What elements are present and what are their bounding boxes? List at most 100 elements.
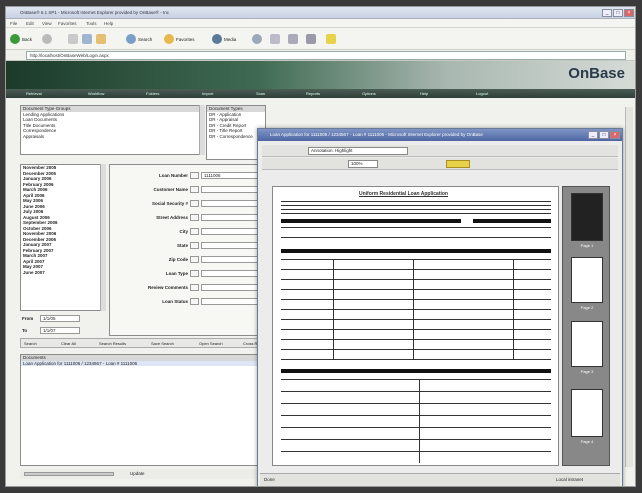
operator-button[interactable] xyxy=(190,256,199,263)
operator-button[interactable] xyxy=(190,242,199,249)
result-item[interactable]: Loan Application for 1111006 / 1234567 -… xyxy=(21,360,259,366)
nav-help[interactable]: Help xyxy=(420,91,428,96)
nav-retrieval[interactable]: Retrieval xyxy=(26,91,42,96)
stop-button[interactable] xyxy=(68,33,78,45)
maximize-button[interactable]: □ xyxy=(613,9,623,17)
operator-button[interactable] xyxy=(190,200,199,207)
loan-type-input[interactable] xyxy=(201,270,261,277)
page-thumbnail[interactable] xyxy=(571,257,603,303)
keyword-label: Loan Status xyxy=(162,299,188,304)
loan-number-input[interactable]: 1111006 xyxy=(201,172,261,179)
minimize-button[interactable]: _ xyxy=(602,9,612,17)
page-scrollbar[interactable] xyxy=(625,107,633,467)
doc-type-group-list[interactable]: Document Type Groups Lending Application… xyxy=(20,105,205,155)
street-address-input[interactable] xyxy=(201,214,261,221)
open-search-button[interactable]: Open Search xyxy=(199,341,223,346)
forward-button[interactable] xyxy=(42,33,52,45)
city-input[interactable] xyxy=(201,228,261,235)
operator-button[interactable] xyxy=(190,270,199,277)
search-button[interactable]: Search xyxy=(126,33,152,45)
forward-arrow-icon xyxy=(42,34,52,44)
operator-button[interactable] xyxy=(190,228,199,235)
operator-button[interactable] xyxy=(190,186,199,193)
viewer-close-button[interactable]: × xyxy=(610,131,620,139)
search-button-bar: Search Clear All Search Results Save Sea… xyxy=(20,338,261,348)
media-icon xyxy=(212,34,222,44)
ssn-input[interactable] xyxy=(201,200,261,207)
nav-folders[interactable]: Folders xyxy=(146,91,159,96)
menu-tools[interactable]: Tools xyxy=(86,21,97,26)
highlight-tool-icon[interactable] xyxy=(446,160,470,168)
mail-button[interactable] xyxy=(270,33,280,45)
page-thumbnail[interactable] xyxy=(571,193,603,241)
nav-options[interactable]: Options xyxy=(362,91,376,96)
nav-scan[interactable]: Scan xyxy=(256,91,265,96)
menu-bar: File Edit View Favorites Tools Help xyxy=(6,19,635,28)
app-nav: Retrieval Workflow Folders Import Scan R… xyxy=(6,89,635,98)
state-input[interactable] xyxy=(201,242,261,249)
home-button[interactable] xyxy=(96,33,106,45)
scrollbar[interactable] xyxy=(100,164,106,311)
address-input[interactable]: http://localhost/OnBaseWeb/Login.aspx xyxy=(26,51,626,60)
mail-icon xyxy=(270,34,280,44)
date-to-input[interactable]: 1/1/07 xyxy=(40,327,80,334)
close-button[interactable]: × xyxy=(624,9,634,17)
zoom-select[interactable]: 100% xyxy=(348,160,378,168)
save-search-button[interactable]: Save Search xyxy=(151,341,174,346)
menu-view[interactable]: View xyxy=(42,21,52,26)
date-from-label: From xyxy=(22,316,34,321)
review-comments-input[interactable] xyxy=(201,284,261,291)
search-results-button[interactable]: Search Results xyxy=(99,341,126,346)
list-item[interactable]: June 2007 xyxy=(21,270,105,276)
search-icon xyxy=(126,34,136,44)
nav-workflow[interactable]: Workflow xyxy=(88,91,104,96)
thumbnail-strip: Page 1 Page 2 Page 3 Page 4 xyxy=(562,186,610,466)
date-from-input[interactable]: 1/1/05 xyxy=(40,315,80,322)
page-thumbnail[interactable] xyxy=(571,389,603,437)
messenger-button[interactable] xyxy=(326,33,336,45)
media-button[interactable]: Media xyxy=(212,33,236,45)
operator-button[interactable] xyxy=(190,214,199,221)
edit-button[interactable] xyxy=(306,33,316,45)
scrollbar[interactable] xyxy=(199,105,205,155)
viewer-maximize-button[interactable]: □ xyxy=(599,131,609,139)
menu-edit[interactable]: Edit xyxy=(26,21,34,26)
list-item[interactable]: Appraisals xyxy=(21,134,204,140)
page-thumbnail[interactable] xyxy=(571,321,603,367)
menu-help[interactable]: Help xyxy=(104,21,113,26)
clear-all-button[interactable]: Clear All xyxy=(61,341,76,346)
keyword-row: Street Address xyxy=(110,213,261,223)
loan-status-input[interactable] xyxy=(201,298,261,305)
viewer-minimize-button[interactable]: _ xyxy=(588,131,598,139)
favorites-button[interactable]: Favorites xyxy=(164,33,195,45)
operator-button[interactable] xyxy=(190,284,199,291)
zip-code-input[interactable] xyxy=(201,256,261,263)
menu-favorites[interactable]: Favorites xyxy=(58,21,77,26)
keyword-row: Loan Type xyxy=(110,269,261,279)
back-button[interactable]: Back xyxy=(10,33,32,45)
browser-toolbar: Back Search Favorites Media xyxy=(6,28,635,50)
menu-file[interactable]: File xyxy=(10,21,17,26)
print-button[interactable] xyxy=(288,33,298,45)
history-button[interactable] xyxy=(252,33,262,45)
keyword-label: Loan Type xyxy=(165,271,188,276)
operator-button[interactable] xyxy=(190,298,199,305)
date-list[interactable]: November 2005 December 2005 January 2006… xyxy=(20,164,106,311)
keyword-label: Zip Code xyxy=(168,257,188,262)
keyword-row: Zip Code xyxy=(110,255,261,265)
search-submit-button[interactable]: Search xyxy=(24,341,37,346)
page-label: Page 2 xyxy=(580,305,594,310)
history-icon xyxy=(252,34,262,44)
back-arrow-icon xyxy=(10,34,20,44)
viewer-title: Loan Application for 1111006 / 1234567 -… xyxy=(270,132,483,137)
update-button[interactable]: Update xyxy=(130,471,145,476)
keyword-row: State xyxy=(110,241,261,251)
nav-logout[interactable]: Logout xyxy=(476,91,488,96)
date-to-label: To xyxy=(22,328,28,333)
refresh-button[interactable] xyxy=(82,33,92,45)
operator-button[interactable] xyxy=(190,172,199,179)
customer-name-input[interactable] xyxy=(201,186,261,193)
nav-import[interactable]: Import xyxy=(202,91,213,96)
annotation-select[interactable]: Annotation: Highlight xyxy=(308,147,408,155)
nav-reports[interactable]: Reports xyxy=(306,91,320,96)
